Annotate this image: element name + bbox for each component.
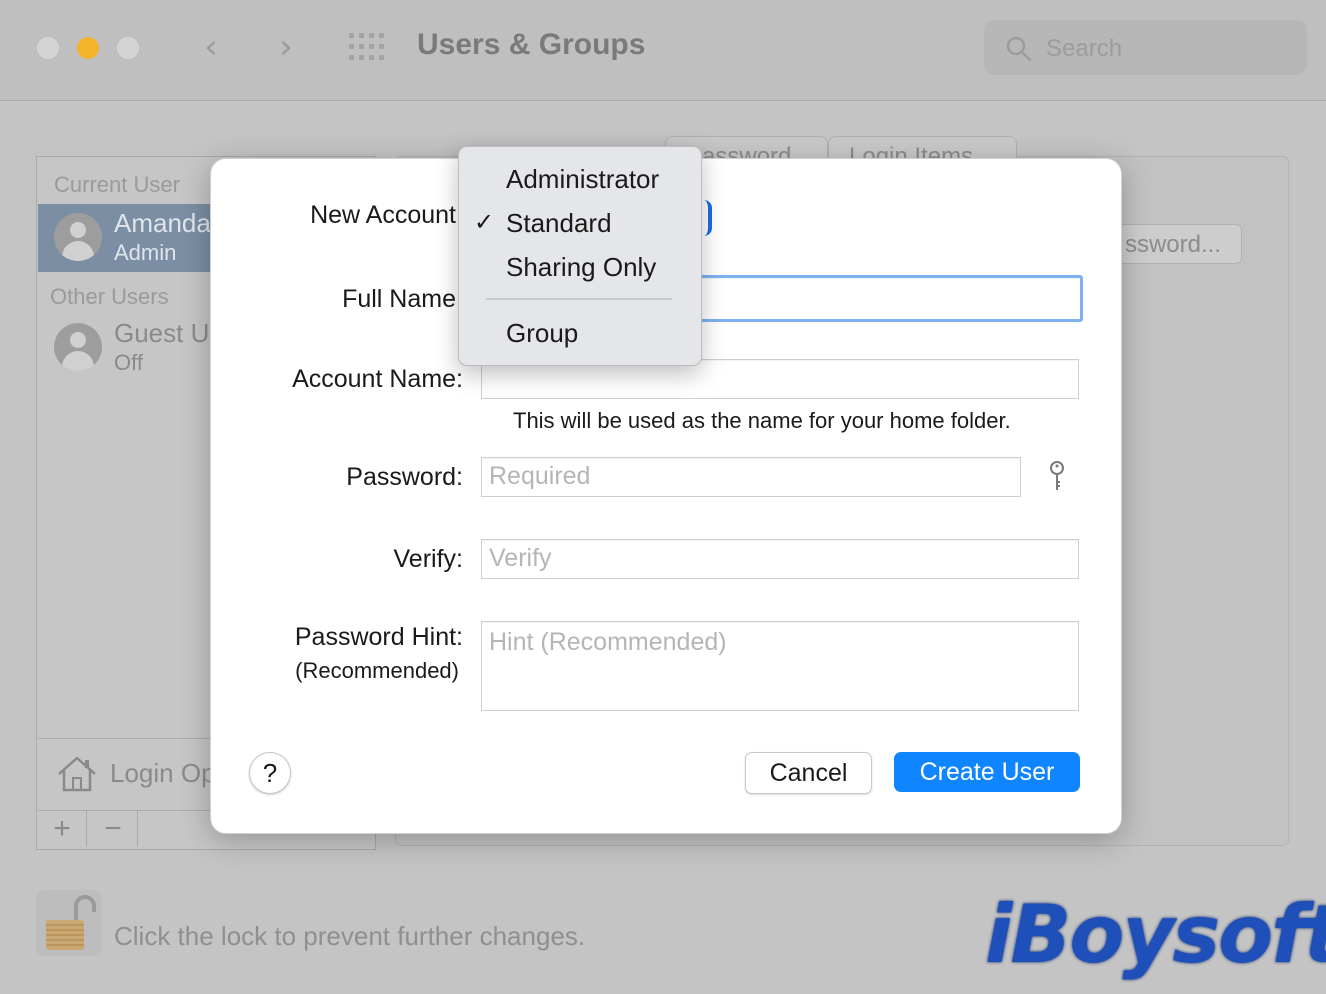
full-name-field[interactable] — [690, 275, 1083, 322]
account-name-note: This will be used as the name for your h… — [513, 408, 1011, 433]
password-hint-placeholder: Hint (Recommended) — [489, 628, 727, 656]
menu-item-administrator[interactable]: Administrator — [506, 164, 659, 195]
avatar-icon — [54, 213, 102, 261]
verify-field[interactable]: Verify — [481, 539, 1079, 579]
menu-item-sharing-only[interactable]: Sharing Only — [506, 252, 656, 283]
full-name-label: Full Name — [342, 285, 456, 313]
back-button[interactable]: ‹ — [194, 30, 228, 64]
menu-separator — [486, 298, 672, 300]
minimize-window-button[interactable] — [77, 37, 99, 59]
help-button[interactable]: ? — [249, 752, 291, 794]
current-user-name: Amanda — [114, 208, 211, 238]
account-name-label: Account Name: — [292, 365, 463, 393]
menu-item-group[interactable]: Group — [506, 318, 578, 349]
add-user-button[interactable]: + — [38, 811, 87, 847]
grid-icon[interactable] — [348, 32, 386, 62]
checkmark-icon: ✓ — [474, 208, 495, 236]
zoom-window-button[interactable] — [117, 37, 139, 59]
current-user-role: Admin — [114, 240, 177, 265]
password-label: Password: — [346, 463, 463, 491]
menu-item-standard[interactable]: Standard — [506, 208, 612, 239]
current-user-heading: Current User — [54, 172, 180, 197]
lock-status-text: Click the lock to prevent further change… — [114, 921, 586, 951]
window-title: Users & Groups — [417, 28, 646, 61]
other-users-heading: Other Users — [50, 284, 169, 309]
verify-placeholder: Verify — [489, 544, 552, 572]
remove-user-button[interactable]: − — [89, 811, 138, 847]
chevron-right-icon: › — [279, 27, 293, 67]
password-hint-label: Password Hint: — [294, 623, 463, 651]
lock-button[interactable] — [36, 890, 102, 956]
guest-avatar-icon — [54, 323, 102, 371]
forward-button[interactable]: › — [269, 30, 303, 64]
key-icon[interactable] — [1045, 460, 1069, 494]
cancel-button[interactable]: Cancel — [745, 752, 872, 794]
password-hint-field[interactable]: Hint (Recommended) — [481, 621, 1079, 711]
create-user-button[interactable]: Create User — [894, 752, 1080, 792]
search-placeholder: Search — [1046, 35, 1123, 62]
search-icon — [1006, 36, 1032, 62]
watermark-logo: iBoysoft — [985, 888, 1326, 981]
chevron-left-icon: ‹ — [204, 27, 218, 67]
guest-status: Off — [114, 350, 143, 375]
sidebar-item-guest[interactable]: Guest U — [114, 318, 209, 349]
house-icon — [58, 756, 96, 792]
close-window-button[interactable] — [37, 37, 59, 59]
password-hint-sublabel: (Recommended) — [295, 658, 459, 683]
lock-icon — [46, 895, 96, 950]
verify-label: Verify: — [393, 545, 463, 573]
sidebar-item-login-options[interactable]: Login Op — [110, 758, 216, 789]
new-account-label: New Account — [310, 201, 456, 229]
password-field[interactable]: Required — [481, 457, 1021, 497]
password-placeholder: Required — [489, 462, 591, 490]
